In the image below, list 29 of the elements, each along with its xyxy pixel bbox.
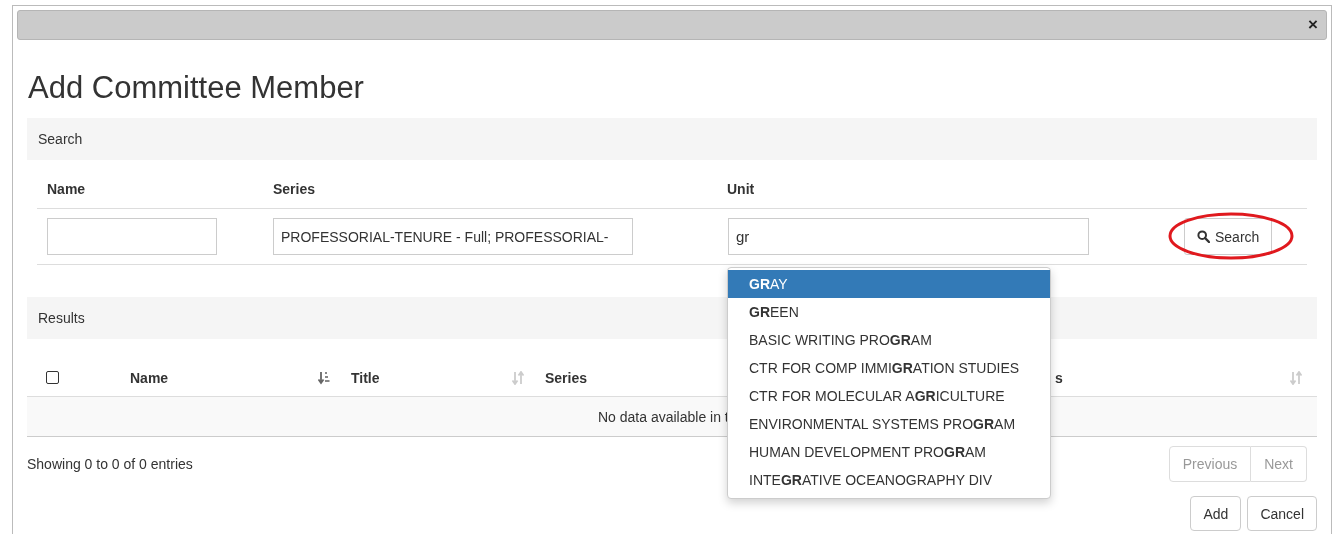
input-field[interactable]: gr [728,218,1089,255]
input-field[interactable]: PROFESSORIAL-TENURE - Full; PROFESSORIAL- [273,218,633,255]
suggestion-item[interactable]: CTR FOR MOLECULAR AGRICULTURE [728,382,1050,410]
column-header[interactable]: Title [351,369,380,386]
suggestion-item[interactable]: CTR FOR COMP IMMIGRATION STUDIES [728,354,1050,382]
column-header[interactable]: Name [130,369,169,386]
close-button[interactable]: × [1300,15,1326,35]
sort-ascending-icon[interactable] [318,370,330,385]
dialog-button[interactable]: Cancel [1247,496,1317,531]
search-button[interactable]: Search [1184,218,1273,255]
sort-icon[interactable] [512,370,524,385]
dialog-button[interactable]: Add [1190,496,1242,531]
suggestion-item[interactable]: GRAY [728,270,1050,298]
input-field[interactable] [47,218,217,255]
sort-icon[interactable] [1290,370,1302,385]
suggestion-item[interactable]: HUMAN DEVELOPMENT PROGRAM [728,438,1050,466]
column-header[interactable]: s [1055,369,1063,386]
panel-heading: Search [27,118,1317,160]
field-label: Name [46,181,87,197]
field-label: Unit [727,181,756,197]
suggestion-item[interactable]: ENVIRONMENTAL SYSTEMS PROGRAM [728,410,1050,438]
column-header[interactable]: Series [545,369,588,386]
field-label: Series [273,181,317,197]
search-icon [1197,230,1210,243]
dialog-title: Add Committee Member [28,70,365,106]
suggestion-item[interactable]: GREEN [728,298,1050,326]
select-all-checkbox[interactable] [46,371,59,384]
suggestion-item[interactable]: INTEGRATIVE OCEANOGRAPHY DIV [728,466,1050,494]
entries-info: Showing 0 to 0 of 0 entries [27,456,193,472]
